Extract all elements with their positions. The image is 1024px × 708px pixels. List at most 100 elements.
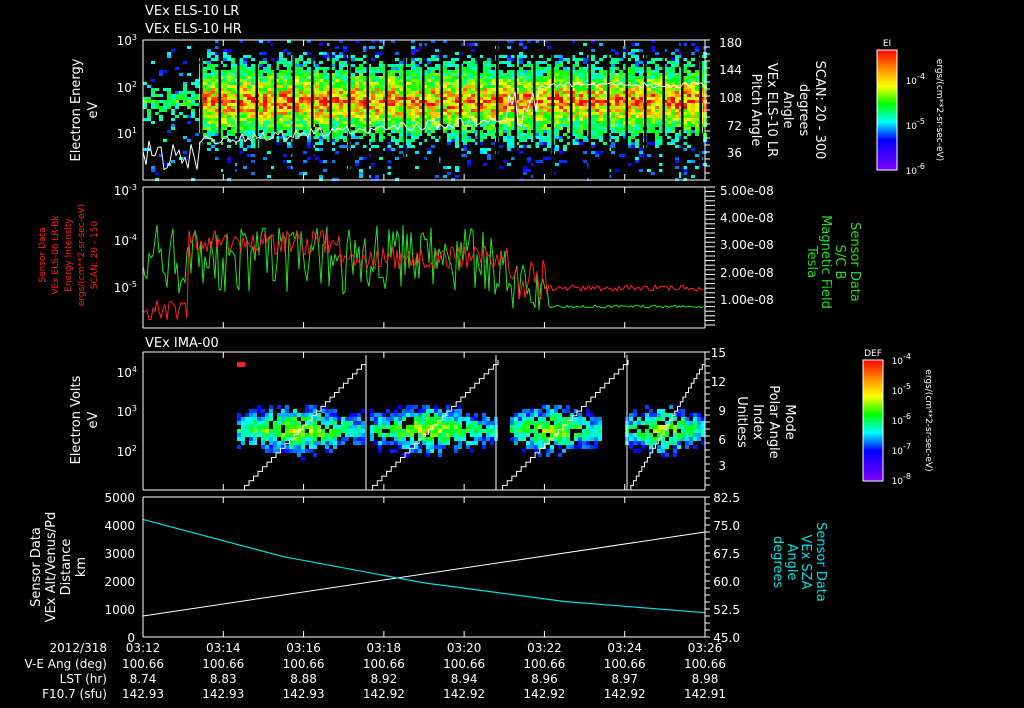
spectrogram-cell [355, 115, 359, 118]
spectrogram-cell [547, 58, 551, 61]
spectrogram-cell [443, 91, 447, 94]
data-gap [496, 40, 499, 180]
spectrogram-cell [631, 106, 635, 109]
spectrogram-cell [343, 91, 347, 94]
spectrogram-cell [263, 70, 267, 73]
spectrogram-cell [519, 70, 523, 73]
spectrogram-cell [523, 118, 527, 121]
data-gap [551, 40, 554, 180]
spectrogram-cell [693, 421, 697, 425]
spectrogram-cell [615, 58, 619, 61]
spectrogram-cell [555, 130, 559, 133]
spectrogram-cell [307, 85, 311, 88]
spectrogram-cell [351, 109, 355, 112]
spectrogram-cell [215, 157, 219, 160]
spectrogram-cell [418, 425, 422, 429]
spectrogram-cell [239, 58, 243, 61]
spectrogram-cell [483, 100, 487, 103]
spectrogram-cell [527, 79, 531, 82]
spectrogram-cell [538, 441, 542, 445]
spectrogram-cell [251, 88, 255, 91]
spectrogram-cell [511, 136, 515, 139]
sza-line [142, 518, 706, 614]
spectrogram-cell [578, 437, 582, 441]
spectrogram-cell [283, 97, 287, 100]
spectrogram-cell [223, 79, 227, 82]
spectrogram-cell [635, 79, 639, 82]
spectrogram-cell [231, 85, 235, 88]
spectrogram-cell [611, 142, 615, 145]
spectrogram-cell [371, 133, 375, 136]
spectrogram-cell [159, 109, 163, 112]
spectrogram-cell [631, 76, 635, 79]
spectrogram-cell [687, 118, 691, 121]
spectrogram-cell [269, 441, 273, 445]
spectrogram-cell [458, 433, 462, 437]
spectrogram-cell [619, 94, 623, 97]
spectrogram-cell [203, 94, 207, 97]
y2-tick-label: 1.00e-08 [720, 293, 774, 307]
spectrogram-cell [343, 100, 347, 103]
spectrogram-cell [387, 100, 391, 103]
spectrogram-cell [319, 76, 323, 79]
spectrogram-cell [287, 112, 291, 115]
spectrogram-cell [435, 139, 439, 142]
spectrogram-cell [695, 106, 699, 109]
spectrogram-cell [655, 82, 659, 85]
spectrogram-cell [325, 445, 329, 449]
spectrogram-cell [215, 94, 219, 97]
spectrogram-cell [319, 43, 323, 46]
spectrogram-cell [191, 100, 195, 103]
spectrogram-cell [339, 55, 343, 58]
data-gap [329, 40, 332, 180]
spectrogram-cell [265, 449, 269, 453]
spectrogram-cell [183, 91, 187, 94]
spectrogram-cell [647, 112, 651, 115]
spectrogram-cell [386, 433, 390, 437]
spectrogram-cell [315, 112, 319, 115]
spectrogram-cell [655, 64, 659, 67]
spectrogram-cell [215, 130, 219, 133]
spectrogram-cell [611, 70, 615, 73]
spectrogram-cell [167, 91, 171, 94]
spectrogram-cell [335, 91, 339, 94]
spectrogram-cell [303, 85, 307, 88]
spectrogram-cell [391, 94, 395, 97]
spectrogram-cell [655, 121, 659, 124]
spectrogram-cell [319, 52, 323, 55]
spectrogram-cell [530, 409, 534, 413]
spectrogram-cell [518, 433, 522, 437]
spectrogram-cell [546, 425, 550, 429]
spectrogram-cell [391, 79, 395, 82]
spectrogram-cell [339, 124, 343, 127]
spectrogram-cell [379, 109, 383, 112]
spectrogram-cell [207, 76, 211, 79]
spectrogram-cell [341, 417, 345, 421]
spectrogram-cell [507, 88, 511, 91]
spectrogram-cell [619, 154, 623, 157]
spectrogram-cell [687, 76, 691, 79]
spectrogram-cell [463, 121, 467, 124]
spectrogram-cell [415, 73, 419, 76]
spectrogram-cell [697, 437, 701, 441]
spectrogram-cell [251, 109, 255, 112]
spectrogram-cell [283, 79, 287, 82]
spectrogram-cell [559, 112, 563, 115]
spectrogram-cell [591, 121, 595, 124]
spectrogram-cell [223, 97, 227, 100]
spectrogram-cell [333, 441, 337, 445]
spectrogram-cell [619, 91, 623, 94]
spectrogram-cell [519, 133, 523, 136]
spectrogram-cell [474, 425, 478, 429]
data-gap [292, 40, 295, 180]
spectrogram-cell [391, 148, 395, 151]
spectrogram-cell [227, 82, 231, 85]
spectrogram-cell [410, 449, 414, 453]
spectrogram-cell [695, 112, 699, 115]
spectrogram-cell [203, 85, 207, 88]
spectrogram-cell [211, 118, 215, 121]
y2-axis-label: VEx SZA [798, 535, 813, 590]
spectrogram-cell [223, 70, 227, 73]
spectrogram-cell [451, 106, 455, 109]
spectrogram-cell [402, 441, 406, 445]
